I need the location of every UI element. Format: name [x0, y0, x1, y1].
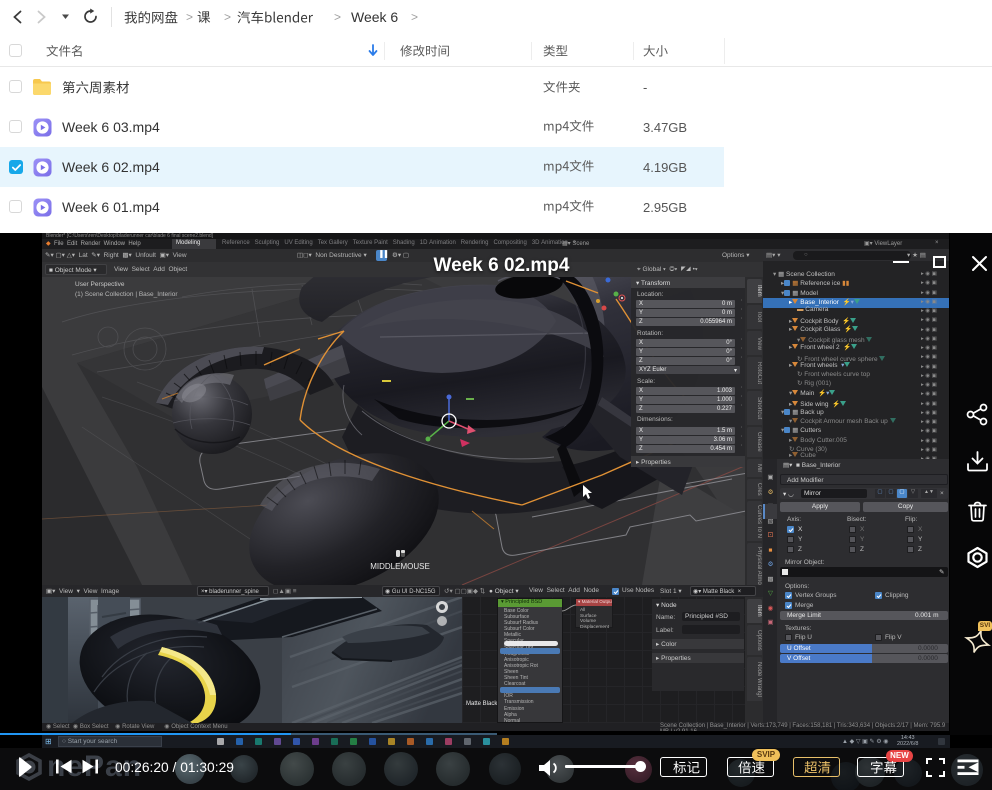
svg-text:MIDDLEMOUSE: MIDDLEMOUSE: [370, 562, 430, 571]
